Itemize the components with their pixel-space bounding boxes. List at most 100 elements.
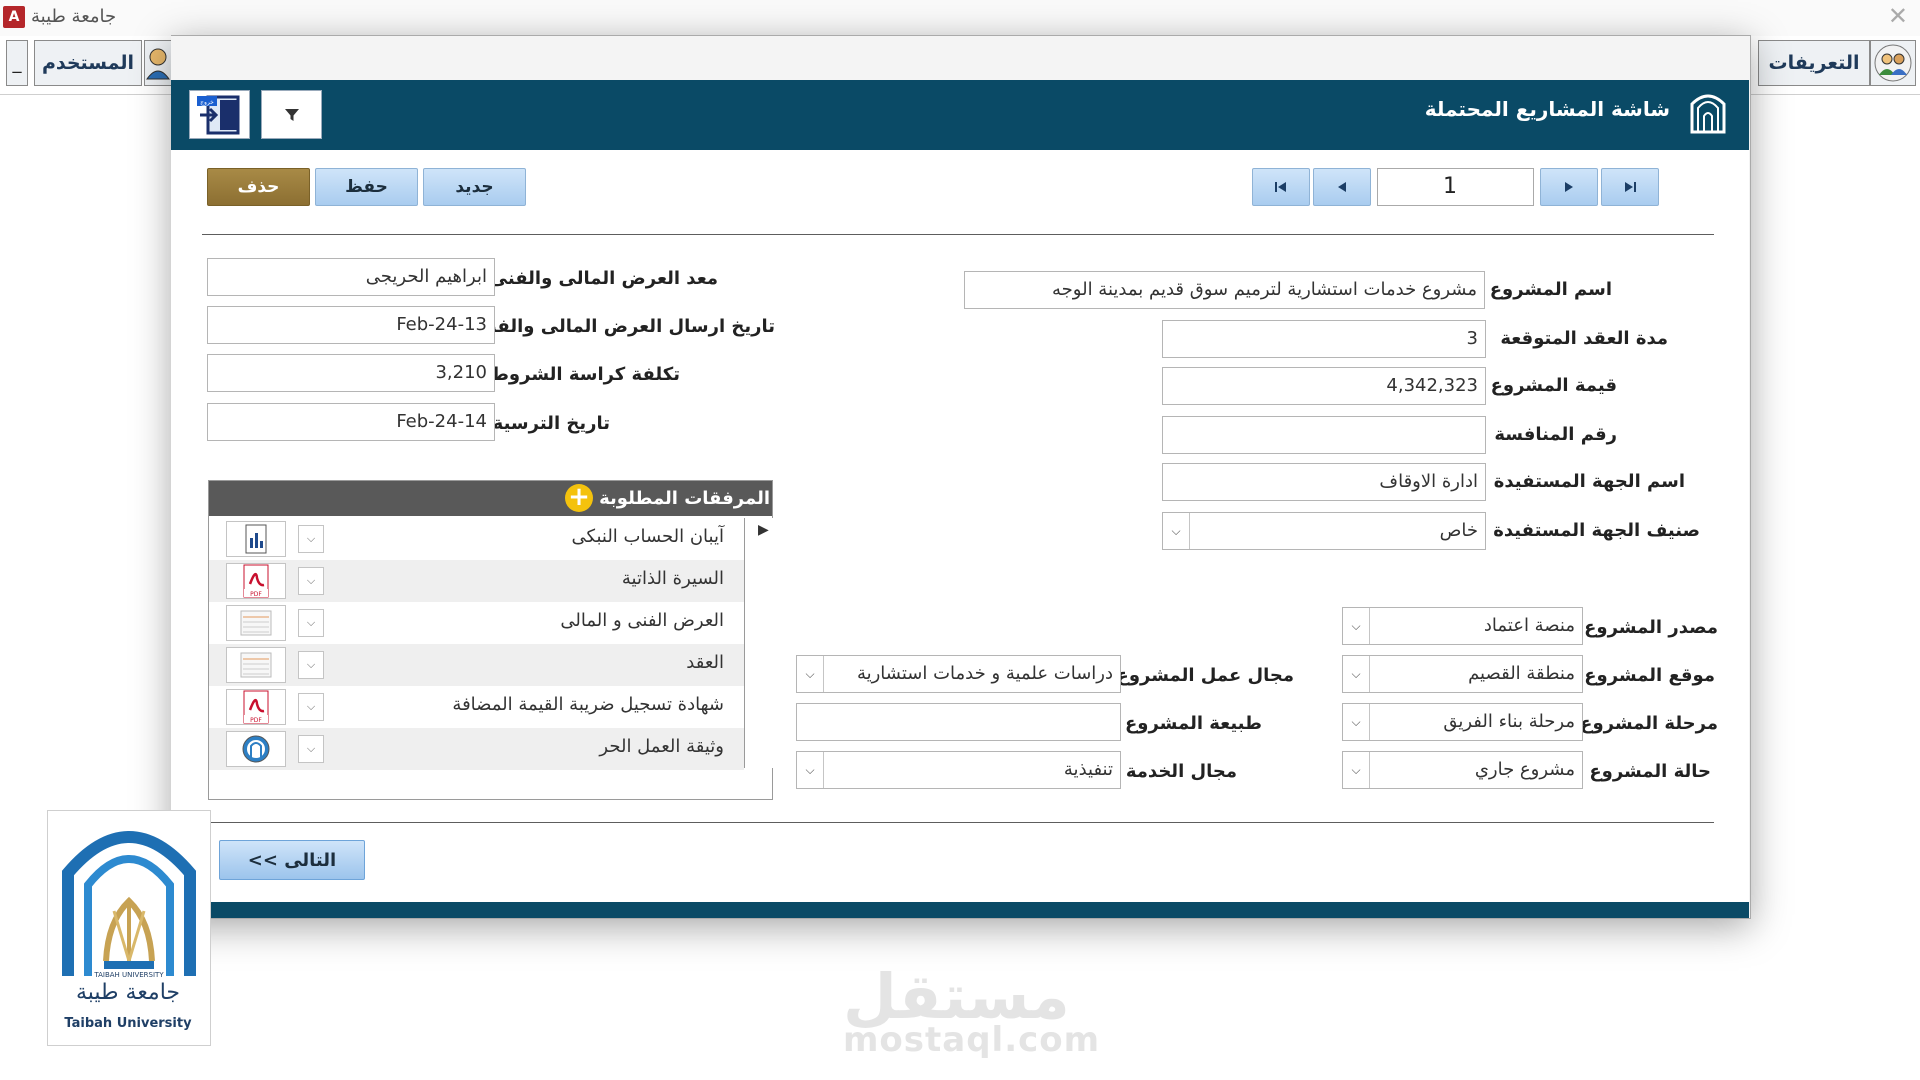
- spreadsheet-icon[interactable]: [226, 647, 286, 683]
- work-field-combo[interactable]: دراسات علمية و خدمات استشارية ⌵: [796, 655, 1121, 693]
- project-value-field[interactable]: 4,342,323: [1162, 367, 1486, 405]
- project-stage-value: مرحلة بناء الفريق: [1443, 711, 1575, 732]
- chevron-down-icon[interactable]: ⌵: [1163, 513, 1190, 549]
- work-field-value: دراسات علمية و خدمات استشارية: [856, 663, 1113, 684]
- project-source-combo[interactable]: منصة اعتماد ⌵: [1342, 607, 1583, 645]
- access-app-icon: A: [3, 6, 25, 28]
- chevron-down-icon[interactable]: ⌵: [797, 752, 824, 788]
- attachment-row[interactable]: وثيقة العمل الحر ⌵: [209, 728, 744, 770]
- next-button[interactable]: << التالى: [219, 840, 365, 880]
- tender-number-label: رقم المنافسة: [1494, 424, 1617, 445]
- close-icon[interactable]: ✕: [1888, 2, 1908, 30]
- pdf-icon[interactable]: PDF: [226, 689, 286, 725]
- users-group-icon[interactable]: [1870, 40, 1916, 86]
- exit-door-icon: خروج: [196, 95, 239, 134]
- new-button[interactable]: جديد: [423, 168, 526, 206]
- user-button[interactable]: المستخدم: [34, 40, 142, 86]
- chevron-down-icon[interactable]: ⌵: [298, 735, 324, 763]
- attachment-name: العرض الفنى و المالى: [560, 610, 724, 631]
- offer-preparer-label: معد العرض المالى والفنى: [489, 268, 718, 289]
- contract-duration-field[interactable]: 3: [1162, 320, 1486, 358]
- chevron-down-icon[interactable]: ⌵: [298, 567, 324, 595]
- project-location-combo[interactable]: منطقة القصيم ⌵: [1342, 655, 1583, 693]
- add-attachment-plus-icon[interactable]: +: [565, 484, 593, 512]
- save-button[interactable]: حفظ: [315, 168, 418, 206]
- service-field-combo[interactable]: تنفيذية ⌵: [796, 751, 1121, 789]
- attachments-title: المرفقات المطلوبة: [599, 488, 770, 509]
- chevron-down-icon[interactable]: ⌵: [298, 609, 324, 637]
- chevron-down-icon[interactable]: ⌵: [298, 651, 324, 679]
- chevron-down-icon[interactable]: ⌵: [797, 656, 824, 692]
- document-chart-icon[interactable]: [226, 521, 286, 557]
- title-bar: [0, 0, 1920, 36]
- beneficiary-name-label: اسم الجهة المستفيدة: [1493, 471, 1685, 492]
- beneficiary-class-label: صنيف الجهة المستفيدة: [1493, 520, 1700, 541]
- window-footer-band: [171, 902, 1749, 918]
- attachment-row[interactable]: السيرة الذاتية ⌵ PDF: [209, 560, 744, 602]
- logo-arabic-text: جامعة طيبة: [75, 980, 181, 1005]
- attachment-name: شهادة تسجيل ضريبة القيمة المضافة: [452, 694, 724, 715]
- logo-tiny-text: TAIBAH UNIVERSITY: [93, 971, 164, 979]
- attachment-row[interactable]: العقد ⌵: [209, 644, 744, 686]
- bottom-divider: [208, 822, 1714, 823]
- user-avatar-icon[interactable]: [144, 40, 172, 86]
- offer-send-date-field[interactable]: 13-Feb-24: [207, 306, 495, 344]
- spreadsheet-icon[interactable]: [226, 605, 286, 641]
- terms-cost-label: تكلفة كراسة الشروط: [490, 364, 680, 385]
- record-number-input[interactable]: 1: [1377, 168, 1534, 206]
- attachment-name: وثيقة العمل الحر: [599, 736, 724, 757]
- attachment-name: العقد: [686, 652, 724, 673]
- project-stage-combo[interactable]: مرحلة بناء الفريق ⌵: [1342, 703, 1583, 741]
- previous-record-button[interactable]: [1313, 168, 1371, 206]
- badge-icon[interactable]: [226, 731, 286, 767]
- attachments-list: آيبان الحساب النبكى ⌵ السيرة الذاتية ⌵ P…: [209, 518, 744, 770]
- filter-button[interactable]: [261, 90, 322, 139]
- chevron-down-icon[interactable]: ⌵: [1343, 704, 1370, 740]
- attachment-row[interactable]: آيبان الحساب النبكى ⌵: [209, 518, 744, 560]
- university-logo: TAIBAH UNIVERSITY: [47, 810, 211, 1046]
- project-nature-field[interactable]: [796, 703, 1121, 741]
- svg-text:PDF: PDF: [250, 591, 262, 598]
- project-status-label: حالة المشروع: [1589, 761, 1711, 782]
- project-name-label: اسم المشروع: [1489, 279, 1612, 300]
- delete-button[interactable]: حذف: [207, 168, 310, 206]
- chevron-down-icon[interactable]: ⌵: [298, 525, 324, 553]
- last-record-icon: [1625, 182, 1636, 192]
- project-stage-label: مرحلة المشروع: [1580, 713, 1718, 734]
- chevron-down-icon[interactable]: ⌵: [298, 693, 324, 721]
- attachment-row[interactable]: شهادة تسجيل ضريبة القيمة المضافة ⌵ PDF: [209, 686, 744, 728]
- beneficiary-class-value: خاص: [1439, 520, 1478, 541]
- project-status-value: مشروع جاري: [1474, 759, 1575, 780]
- beneficiary-class-combo[interactable]: خاص ⌵: [1162, 512, 1486, 550]
- tender-number-field[interactable]: [1162, 416, 1486, 454]
- beneficiary-name-field[interactable]: ادارة الاوقاف: [1162, 463, 1486, 501]
- chevron-down-icon[interactable]: ⌵: [1343, 608, 1370, 644]
- exit-button[interactable]: خروج: [189, 90, 250, 139]
- definitions-button[interactable]: التعريفات: [1758, 40, 1870, 86]
- logo-english-text: Taibah University: [64, 1016, 192, 1031]
- project-status-combo[interactable]: مشروع جاري ⌵: [1342, 751, 1583, 789]
- university-emblem-icon: [1688, 86, 1728, 134]
- watermark-url: mostaql.com: [843, 1020, 1101, 1060]
- attachment-row[interactable]: العرض الفنى و المالى ⌵: [209, 602, 744, 644]
- exit-label: خروج: [200, 99, 214, 106]
- project-source-label: مصدر المشروع: [1584, 617, 1718, 638]
- top-divider: [202, 234, 1714, 235]
- next-record-button[interactable]: [1540, 168, 1598, 206]
- minimize-button[interactable]: _: [6, 40, 28, 86]
- pdf-icon[interactable]: PDF: [226, 563, 286, 599]
- project-nature-label: طبيعة المشروع: [1125, 713, 1262, 734]
- chevron-down-icon[interactable]: ⌵: [1343, 752, 1370, 788]
- app-title: جامعة طيبة: [31, 6, 117, 27]
- last-record-button[interactable]: [1601, 168, 1659, 206]
- next-record-icon: [1565, 182, 1573, 192]
- project-name-field[interactable]: مشروع خدمات استشارية لترميم سوق قديم بمد…: [964, 271, 1485, 309]
- attachments-record-selector[interactable]: [744, 518, 773, 768]
- award-date-field[interactable]: 14-Feb-24: [207, 403, 495, 441]
- filter-icon: [284, 108, 299, 121]
- offer-preparer-field[interactable]: ابراهيم الحريجى: [207, 258, 495, 296]
- terms-cost-field[interactable]: 3,210: [207, 354, 495, 392]
- first-record-button[interactable]: [1252, 168, 1310, 206]
- current-record-arrow-icon: ▶: [758, 522, 769, 538]
- chevron-down-icon[interactable]: ⌵: [1343, 656, 1370, 692]
